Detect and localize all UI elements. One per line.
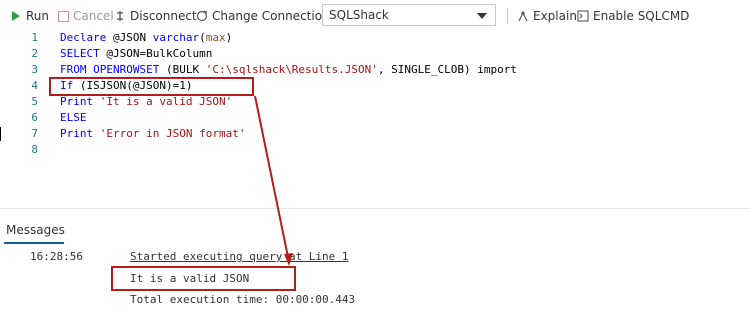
- query-toolbar: Run Cancel Disconnect Change Connection …: [0, 0, 750, 30]
- code-token: , SINGLE_CLOB) import: [377, 63, 517, 76]
- code-token: (BULK: [159, 63, 206, 76]
- code-token: max: [205, 31, 226, 44]
- code-token: ): [225, 31, 233, 44]
- code-token: ELSE: [60, 111, 87, 124]
- code-token: OPENROWSET: [93, 63, 160, 76]
- code-token: varchar: [152, 31, 200, 44]
- annotation-box-if-line: [49, 77, 254, 96]
- change-connection-label: Change Connection: [212, 9, 330, 23]
- cancel-label: Cancel: [73, 9, 114, 23]
- messages-tab[interactable]: Messages: [6, 223, 65, 237]
- code-token: Print: [60, 95, 94, 108]
- disconnect-icon: [114, 10, 126, 22]
- text-cursor: [0, 127, 1, 141]
- message-time: 16:28:56: [30, 250, 83, 263]
- chevron-down-icon: [477, 13, 487, 19]
- line-number: 5: [31, 95, 38, 108]
- change-connection-icon: [196, 10, 208, 22]
- explain-button[interactable]: Explain: [517, 8, 577, 24]
- code-token: 'It is a valid JSON': [99, 95, 233, 108]
- code-token: FROM: [60, 63, 87, 76]
- code-token: SELECT: [60, 47, 100, 60]
- line-number: 7: [31, 127, 38, 140]
- stop-icon: [57, 10, 69, 22]
- run-label: Run: [26, 9, 50, 23]
- code-token: (: [199, 31, 206, 44]
- code-text: Declare @JSON varchar(max): [60, 30, 232, 46]
- toolbar-divider: [507, 8, 508, 24]
- run-button[interactable]: Run: [10, 8, 49, 24]
- code-text: Print 'It is a valid JSON': [60, 94, 232, 110]
- annotation-box-result: [111, 266, 296, 291]
- code-text: Print 'Error in JSON format': [60, 126, 245, 142]
- code-text: ELSE: [60, 110, 87, 126]
- code-token: 'Error in JSON format': [99, 127, 246, 140]
- play-icon: [10, 10, 22, 22]
- code-token: Print: [60, 127, 94, 140]
- sqlcmd-icon: [577, 10, 589, 22]
- code-text: FROM OPENROWSET (BULK 'C:\sqlshack\Resul…: [60, 62, 517, 78]
- cancel-button[interactable]: Cancel: [57, 8, 114, 24]
- enable-sqlcmd-button[interactable]: Enable SQLCMD: [577, 8, 689, 24]
- disconnect-button[interactable]: Disconnect: [114, 8, 197, 24]
- line-number: 8: [31, 143, 38, 156]
- code-token: @JSON: [106, 31, 153, 44]
- line-number: 3: [31, 63, 38, 76]
- code-text: SELECT @JSON=BulkColumn: [60, 46, 212, 62]
- explain-icon: [517, 10, 529, 22]
- message-link[interactable]: Started executing query at Line 1: [130, 250, 349, 263]
- line-number: 1: [31, 31, 38, 44]
- change-connection-button[interactable]: Change Connection: [196, 8, 330, 24]
- active-tab-indicator: [4, 242, 64, 244]
- explain-label: Explain: [533, 9, 577, 23]
- enable-sqlcmd-label: Enable SQLCMD: [593, 9, 690, 23]
- disconnect-label: Disconnect: [130, 9, 197, 23]
- database-select-value: SQLShack: [329, 8, 389, 22]
- code-token: Declare: [60, 31, 107, 44]
- line-number: 6: [31, 111, 38, 124]
- line-number: 2: [31, 47, 38, 60]
- line-number: 4: [31, 79, 38, 92]
- code-token: 'C:\sqlshack\Results.JSON': [205, 63, 378, 76]
- code-line[interactable]: 7 Print 'Error in JSON format': [0, 126, 245, 142]
- message-text: Total execution time: 00:00:00.443: [130, 293, 356, 306]
- code-token: @JSON=BulkColumn: [99, 47, 213, 60]
- database-select[interactable]: SQLShack: [322, 4, 496, 26]
